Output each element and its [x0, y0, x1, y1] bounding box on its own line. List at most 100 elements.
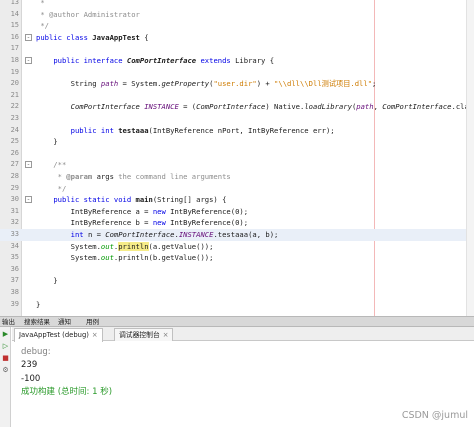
code-token: main: [135, 195, 153, 205]
code-line[interactable]: 27- /**: [0, 159, 466, 171]
code-token: "user.dir": [213, 79, 257, 89]
code-line[interactable]: 32 IntByReference b = new IntByReference…: [0, 217, 466, 229]
code-token: the command line arguments: [113, 172, 231, 181]
rerun-icon[interactable]: ▶: [2, 331, 9, 338]
code-token: new: [152, 206, 171, 216]
bottom-tab[interactable]: 输出: [2, 317, 15, 327]
rerun-with-settings-icon[interactable]: ▷: [2, 343, 9, 350]
code-line[interactable]: 17: [0, 43, 466, 55]
code-token: .testaaa(a, b);: [213, 230, 279, 239]
code-line[interactable]: 35 System.out.println(b.getValue());: [0, 252, 466, 264]
code-text: }: [36, 136, 57, 148]
code-token: IntByReference(0);: [170, 218, 249, 228]
watermark: CSDN @jumul: [401, 410, 468, 421]
code-line[interactable]: 23: [0, 113, 466, 125]
code-line[interactable]: 18- public interface ComPortInterface ex…: [0, 55, 466, 67]
code-token: testaaa: [118, 125, 149, 135]
line-number: 37: [10, 276, 19, 285]
code-line[interactable]: 33 int n = ComPortInterface.INSTANCE.tes…: [0, 229, 466, 241]
code-line[interactable]: 21: [0, 90, 466, 102]
code-line[interactable]: 24 public int testaaa(IntByReference nPo…: [0, 125, 466, 137]
code-token: ComPortInterface: [105, 230, 175, 239]
code-line[interactable]: 19: [0, 67, 466, 79]
bottom-tab[interactable]: 用例: [86, 317, 99, 327]
code-line[interactable]: 31 IntByReference a = new IntByReference…: [0, 206, 466, 218]
code-token: (IntByReference nPort, IntByReference er…: [148, 125, 335, 135]
stop-icon[interactable]: ■: [2, 355, 9, 362]
line-number: 27: [10, 160, 19, 169]
line-number: 32: [10, 218, 19, 227]
code-text: String path = System.getProperty("user.d…: [36, 78, 377, 90]
code-line[interactable]: 16- public class JavaAppTest {: [0, 32, 466, 44]
output-subtabs: JavaAppTest (debug) × 调试器控制台 ×: [12, 327, 474, 342]
code-line[interactable]: 25 }: [0, 136, 466, 148]
line-number: 19: [10, 67, 19, 76]
code-token: /**: [36, 160, 67, 170]
code-token: ComPortInterface: [196, 102, 266, 112]
fold-toggle-icon[interactable]: -: [25, 57, 32, 64]
code-token: .println(b.getValue());: [113, 253, 214, 263]
code-line[interactable]: 13 *: [0, 0, 466, 9]
code-token: IntByReference(0);: [170, 206, 249, 216]
code-line[interactable]: 20 String path = System.getProperty("use…: [0, 78, 466, 90]
code-token: IntByReference b =: [36, 218, 153, 228]
code-token: ;: [372, 79, 377, 89]
code-line[interactable]: 29 */: [0, 183, 466, 195]
line-number: 31: [10, 206, 19, 215]
code-line[interactable]: 15 */: [0, 20, 466, 32]
code-token: int: [70, 230, 88, 239]
code-line[interactable]: 39}: [0, 299, 466, 311]
output-subtab[interactable]: JavaAppTest (debug) ×: [14, 328, 103, 342]
editor-vertical-scrollbar[interactable]: [466, 0, 474, 316]
line-number: 17: [10, 44, 19, 53]
code-text: IntByReference b = new IntByReference(0)…: [36, 217, 248, 229]
code-token: System.: [36, 241, 101, 251]
code-editor[interactable]: 13 * 14 * @author Administrator 15 */16- pu…: [0, 0, 474, 316]
code-token: JavaAppTest: [92, 32, 140, 42]
code-line[interactable]: 34 System.out.println(a.getValue());: [0, 241, 466, 253]
fold-toggle-icon[interactable]: -: [25, 33, 32, 41]
code-line[interactable]: 30- public static void main(String[] arg…: [0, 194, 466, 206]
line-number: 38: [10, 288, 19, 296]
line-number: 35: [10, 253, 19, 262]
line-number: 39: [10, 299, 19, 308]
fold-toggle-icon[interactable]: -: [25, 161, 32, 169]
output-subtab[interactable]: 调试器控制台 ×: [114, 328, 174, 341]
code-text: * @author Administrator: [36, 9, 140, 21]
code-token: ComPortInterface: [126, 56, 197, 65]
code-line[interactable]: 36: [0, 264, 466, 276]
code-line[interactable]: 14 * @author Administrator: [0, 9, 466, 21]
code-token: Library {: [230, 56, 275, 65]
code-line[interactable]: 22 ComPortInterface INSTANCE = (ComPortI…: [0, 101, 474, 113]
bottom-tab[interactable]: 搜索结果: [24, 317, 50, 327]
code-text: public static void main(String[] args) {: [36, 194, 226, 206]
code-text: public int testaaa(IntByReference nPort,…: [36, 125, 335, 137]
code-token: *: [36, 0, 45, 7]
code-token: @param: [66, 172, 93, 181]
code-token: extends: [200, 56, 231, 65]
output-panel: ▶ ▷ ■ ⚙ JavaAppTest (debug) × 调试器控制台 × debu…: [0, 327, 474, 427]
code-text: * @param args the command line arguments: [36, 171, 231, 183]
code-text: /**: [36, 159, 66, 171]
code-line[interactable]: 26: [0, 148, 466, 160]
bottom-tab[interactable]: 通知: [58, 317, 71, 327]
code-text: int n = ComPortInterface.INSTANCE.testaa…: [36, 229, 279, 241]
settings-icon[interactable]: ⚙: [2, 367, 9, 374]
code-token: out: [100, 253, 114, 263]
code-text: */: [36, 20, 49, 32]
code-line[interactable]: 28 * @param args the command line argume…: [0, 171, 466, 183]
output-line: debug:: [21, 347, 51, 357]
code-token: "\\dll\\Dll测试项目.dll": [274, 79, 373, 89]
fold-toggle-icon[interactable]: -: [25, 196, 32, 204]
line-number: 33: [10, 230, 19, 238]
code-line[interactable]: 38: [0, 287, 466, 299]
close-icon[interactable]: ×: [92, 331, 98, 339]
code-text: System.out.println(a.getValue());: [36, 241, 213, 253]
code-line[interactable]: 37 }: [0, 275, 466, 287]
code-token: public static void: [53, 195, 136, 205]
code-text: }: [36, 299, 40, 311]
close-icon[interactable]: ×: [163, 331, 169, 339]
code-token: println: [118, 241, 149, 251]
